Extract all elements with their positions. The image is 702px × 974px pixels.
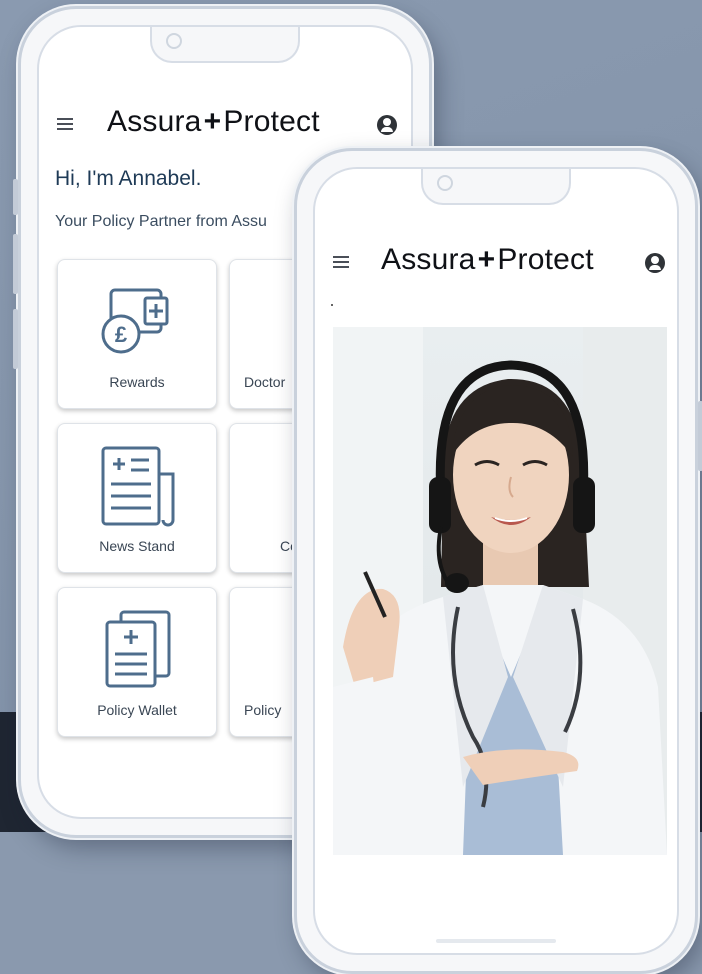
svg-text:£: £ [115, 322, 128, 347]
app-header: Assura+Protect [315, 243, 677, 283]
phone-right: Assura+Protect [294, 148, 702, 974]
app-brand: Assura+Protect [107, 105, 320, 139]
volume-button [13, 179, 18, 215]
doctor-video-feed[interactable] [333, 327, 667, 855]
volume-button [13, 309, 18, 369]
video-screen: Assura+Protect [313, 167, 679, 955]
notch [421, 169, 571, 205]
account-icon[interactable] [645, 253, 665, 273]
camera-icon [437, 175, 453, 191]
account-icon[interactable] [377, 115, 397, 135]
doctor-illustration [333, 327, 667, 855]
policy-wallet-icon [105, 610, 171, 688]
tile-label: Rewards [109, 374, 165, 390]
notch [150, 27, 300, 63]
app-brand: Assura+Protect [381, 243, 594, 277]
subtitle: Your Policy Partner from Assu [55, 213, 267, 230]
tile-policy-wallet[interactable]: Policy Wallet [57, 587, 217, 737]
volume-button [13, 234, 18, 294]
hamburger-menu-icon[interactable] [333, 256, 349, 268]
camera-icon [166, 33, 182, 49]
tile-rewards[interactable]: £ Rewards [57, 259, 217, 409]
app-header: Assura+Protect [39, 105, 411, 145]
separator-dot [331, 304, 333, 306]
hamburger-menu-icon[interactable] [57, 118, 73, 130]
news-stand-icon [101, 446, 175, 527]
tile-news-stand[interactable]: News Stand [57, 423, 217, 573]
greeting: Hi, I'm Annabel. [55, 167, 202, 190]
brand-plus: + [477, 243, 496, 276]
brand-plus: + [203, 105, 222, 138]
home-indicator [436, 939, 556, 943]
brand-name-a: Assura [381, 243, 476, 276]
power-button [698, 401, 702, 471]
tile-label: Policy Wallet [97, 702, 177, 718]
brand-name-b: Protect [223, 105, 320, 138]
brand-name-a: Assura [107, 105, 202, 138]
brand-name-b: Protect [497, 243, 594, 276]
rewards-icon: £ [101, 288, 169, 354]
tile-label: News Stand [99, 538, 175, 554]
